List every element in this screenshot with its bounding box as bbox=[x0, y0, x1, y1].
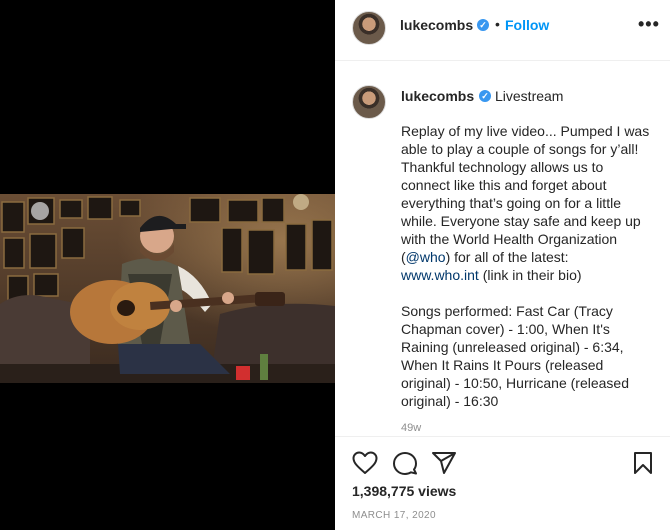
caption-line: When It Rains It Pours (released bbox=[401, 357, 604, 373]
share-icon[interactable] bbox=[431, 451, 457, 475]
caption-line: original) - 10:50, Hurricane (released bbox=[401, 375, 629, 391]
caption-line: with the World Health Organization bbox=[401, 231, 618, 247]
location-label[interactable]: Livestream bbox=[495, 88, 563, 104]
comment-timestamp[interactable]: 49w bbox=[401, 422, 421, 434]
caption-line: Replay of my live video... Pumped I was bbox=[401, 123, 650, 139]
video-frame[interactable] bbox=[0, 194, 335, 383]
comment-icon[interactable] bbox=[392, 451, 418, 475]
bookmark-icon[interactable] bbox=[632, 451, 654, 475]
caption-line: connect like this and forget about bbox=[401, 177, 607, 193]
caption-line: able to play a couple of songs for y’all… bbox=[401, 141, 639, 157]
caption-line: www.who.int (link in their bio) bbox=[401, 266, 663, 284]
username-link[interactable]: lukecombs bbox=[401, 88, 474, 104]
action-bar: 1,398,775 views MARCH 17, 2020 bbox=[335, 436, 670, 531]
mention-link[interactable]: @who bbox=[406, 249, 446, 265]
post-media[interactable] bbox=[0, 0, 335, 530]
separator-dot: • bbox=[495, 16, 500, 32]
post-header: lukecombs ✓ • Follow ••• bbox=[335, 0, 670, 61]
caption-line: Chapman cover) - 1:00, When It's bbox=[401, 321, 610, 337]
caption-line: original) - 16:30 bbox=[401, 393, 499, 409]
video-thumbnail bbox=[0, 194, 335, 383]
caption-text: (link in their bio) bbox=[478, 267, 582, 283]
caption-line: everything that’s going on for a little bbox=[401, 195, 621, 211]
username-link[interactable]: lukecombs bbox=[400, 17, 473, 33]
url-link[interactable]: www.who.int bbox=[401, 267, 479, 283]
view-count: 1,398,775 views bbox=[352, 483, 457, 499]
caption-line: while. Everyone stay safe and keep up bbox=[401, 213, 641, 229]
caption-text: ) for all of the latest: bbox=[445, 249, 569, 265]
caption-line: Raining (unreleased original) - 6:34, bbox=[401, 339, 624, 355]
caption-line: Thankful technology allows us to bbox=[401, 159, 604, 175]
post-side-panel: lukecombs ✓ • Follow ••• lukecombs ✓ Liv… bbox=[335, 0, 670, 530]
caption-line: (@who) for all of the latest: bbox=[401, 248, 663, 266]
verified-badge-icon: ✓ bbox=[479, 90, 491, 102]
comments-section[interactable]: lukecombs ✓ Livestream Replay of my live… bbox=[335, 61, 670, 435]
post-date[interactable]: MARCH 17, 2020 bbox=[352, 510, 436, 521]
post-caption: Replay of my live video... Pumped I was … bbox=[401, 122, 663, 410]
heart-icon[interactable] bbox=[352, 451, 378, 475]
avatar[interactable] bbox=[352, 11, 386, 45]
follow-button[interactable]: Follow bbox=[505, 17, 549, 33]
verified-badge-icon: ✓ bbox=[477, 19, 489, 31]
more-options-icon[interactable]: ••• bbox=[638, 14, 660, 35]
caption-line: Songs performed: Fast Car (Tracy bbox=[401, 303, 613, 319]
avatar[interactable] bbox=[352, 85, 386, 119]
